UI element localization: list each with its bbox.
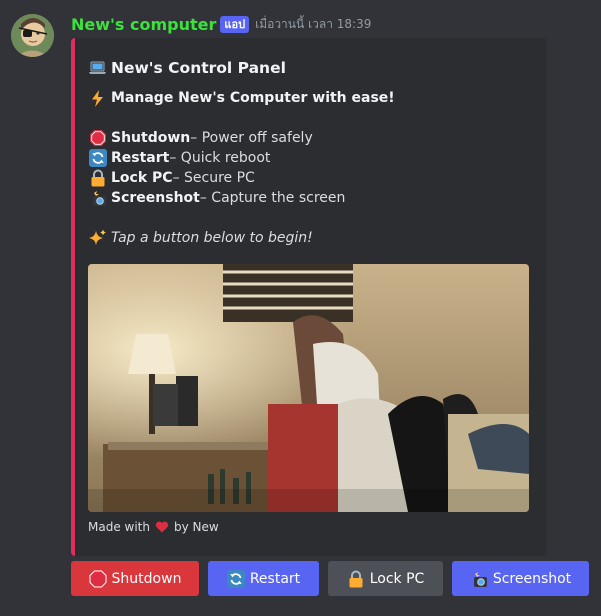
message-header: New's computer แอป เมื่อวานนี้ เวลา 18:3… — [71, 13, 371, 35]
shutdown-button[interactable]: Shutdown — [71, 561, 199, 596]
embed-title-text: New's Control Panel — [111, 58, 286, 77]
shutdown-button-label: Shutdown — [111, 570, 182, 587]
action-name: Lock PC — [111, 170, 173, 186]
lock-pc-button-label: Lock PC — [369, 570, 425, 587]
lock-icon — [88, 169, 107, 188]
timestamp[interactable]: เมื่อวานนี้ เวลา 18:39 — [255, 15, 371, 34]
footer-made-with: Made with — [88, 520, 150, 534]
action-name: Shutdown — [111, 130, 191, 146]
action-line-lock: Lock PC – Secure PC — [88, 168, 538, 188]
lock-icon — [347, 569, 366, 588]
sparkles-icon — [88, 229, 107, 248]
subtitle-line: Manage New's Computer with ease! — [88, 88, 538, 108]
camera-flash-icon — [470, 569, 489, 588]
embed-gif-image[interactable] — [88, 264, 529, 512]
stop-sign-icon — [89, 569, 108, 588]
action-desc: – Quick reboot — [169, 150, 271, 166]
control-panel-embed: New's Control Panel Manage New's Compute… — [71, 38, 547, 556]
room-scene-image — [88, 264, 529, 512]
prompt-line: Tap a button below to begin! — [88, 228, 538, 248]
laptop-icon — [88, 58, 107, 77]
refresh-icon — [227, 569, 246, 588]
action-line-shutdown: Shutdown – Power off safely — [88, 128, 538, 148]
embed-title: New's Control Panel — [88, 58, 286, 77]
action-line-restart: Restart – Quick reboot — [88, 148, 538, 168]
action-desc: – Power off safely — [190, 130, 313, 146]
heart-icon — [155, 520, 169, 534]
action-name: Restart — [111, 150, 170, 166]
stop-sign-icon — [88, 129, 107, 148]
action-line-screenshot: Screenshot – Capture the screen — [88, 188, 538, 208]
action-name: Screenshot — [111, 190, 200, 206]
prompt-text: Tap a button below to begin! — [111, 230, 313, 246]
screenshot-button[interactable]: Screenshot — [452, 561, 589, 596]
subtitle-text: Manage New's Computer with ease! — [111, 90, 395, 106]
bot-message: New's computer แอป เมื่อวานนี้ เวลา 18:3… — [0, 0, 601, 616]
embed-description: Manage New's Computer with ease! Shutdow… — [88, 88, 538, 248]
camera-flash-icon — [88, 189, 107, 208]
action-desc: – Secure PC — [172, 170, 255, 186]
eyepatch-avatar-icon — [11, 14, 54, 57]
footer-by: by New — [173, 520, 219, 534]
lightning-icon — [88, 89, 107, 108]
screenshot-button-label: Screenshot — [492, 570, 572, 587]
refresh-icon — [88, 149, 107, 168]
username[interactable]: New's computer — [71, 15, 216, 34]
app-badge: แอป — [220, 15, 250, 33]
action-desc: – Capture the screen — [199, 190, 346, 206]
restart-button[interactable]: Restart — [208, 561, 319, 596]
bot-avatar[interactable] — [11, 14, 54, 57]
embed-accent-bar — [71, 38, 75, 556]
lock-pc-button[interactable]: Lock PC — [328, 561, 443, 596]
restart-button-label: Restart — [249, 570, 301, 587]
embed-footer: Made with by New — [88, 520, 219, 534]
